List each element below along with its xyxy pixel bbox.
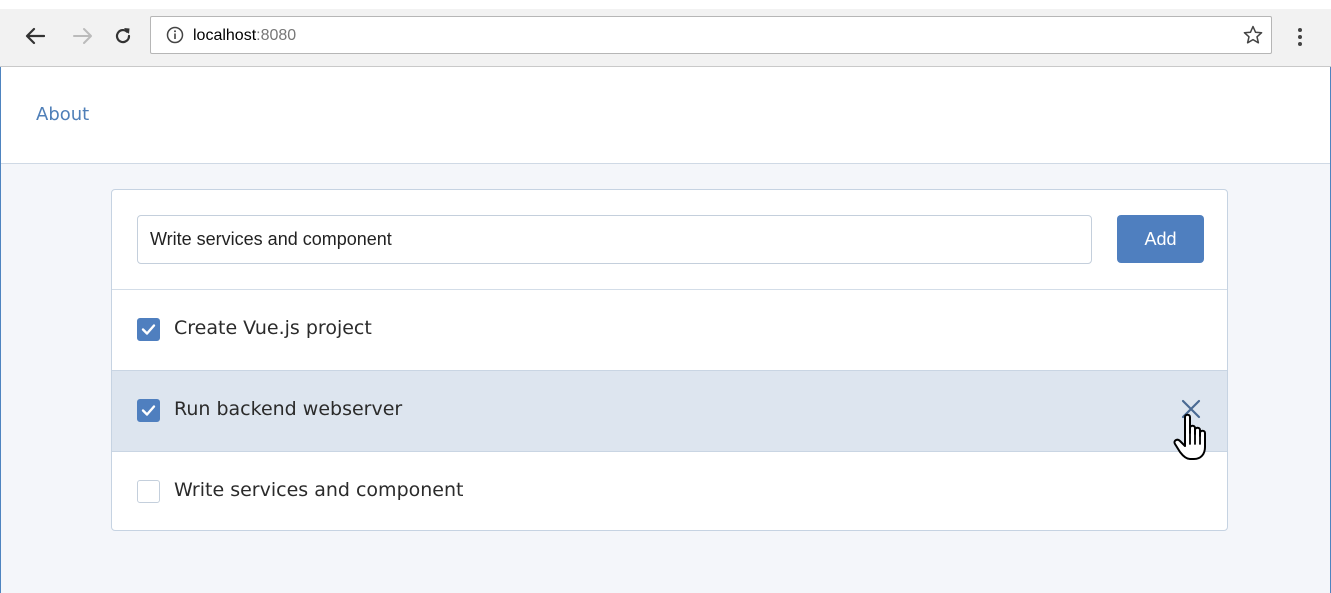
navbar: About (1, 67, 1330, 164)
todo-checkbox[interactable] (137, 399, 160, 422)
address-bar[interactable]: localhost:8080 (150, 16, 1272, 54)
url-port: :8080 (256, 27, 297, 44)
checkmark-icon (141, 405, 156, 416)
arrow-right-icon (73, 28, 92, 44)
more-vert-icon[interactable] (1290, 23, 1310, 51)
todo-label: Run backend webserver (174, 398, 403, 420)
reload-icon (115, 28, 131, 44)
star-icon[interactable] (1243, 25, 1263, 45)
add-button[interactable]: Add (1117, 215, 1204, 263)
todo-item: Write services and component (112, 452, 1227, 530)
page-viewport: About Add Create Vue.js project Run back… (0, 67, 1331, 593)
reload-button[interactable] (110, 23, 136, 49)
todo-card: Add Create Vue.js project Run backend we… (111, 189, 1228, 531)
todo-checkbox[interactable] (137, 480, 160, 503)
todo-item: Create Vue.js project (112, 290, 1227, 370)
todo-checkbox[interactable] (137, 318, 160, 341)
forward-button[interactable] (70, 23, 96, 49)
todo-label: Write services and component (174, 479, 464, 501)
info-icon[interactable] (166, 26, 184, 44)
todo-label: Create Vue.js project (174, 317, 372, 339)
todo-input[interactable] (137, 215, 1092, 264)
url-text: localhost:8080 (193, 26, 296, 46)
checkmark-icon (141, 324, 156, 335)
back-button[interactable] (22, 23, 48, 49)
url-host: localhost (193, 27, 257, 44)
arrow-left-icon (25, 27, 45, 45)
add-todo-form: Add (112, 190, 1227, 290)
about-link[interactable]: About (36, 104, 89, 125)
browser-toolbar: localhost:8080 (0, 9, 1331, 67)
todo-item-hovered: Run backend webserver (112, 370, 1227, 460)
